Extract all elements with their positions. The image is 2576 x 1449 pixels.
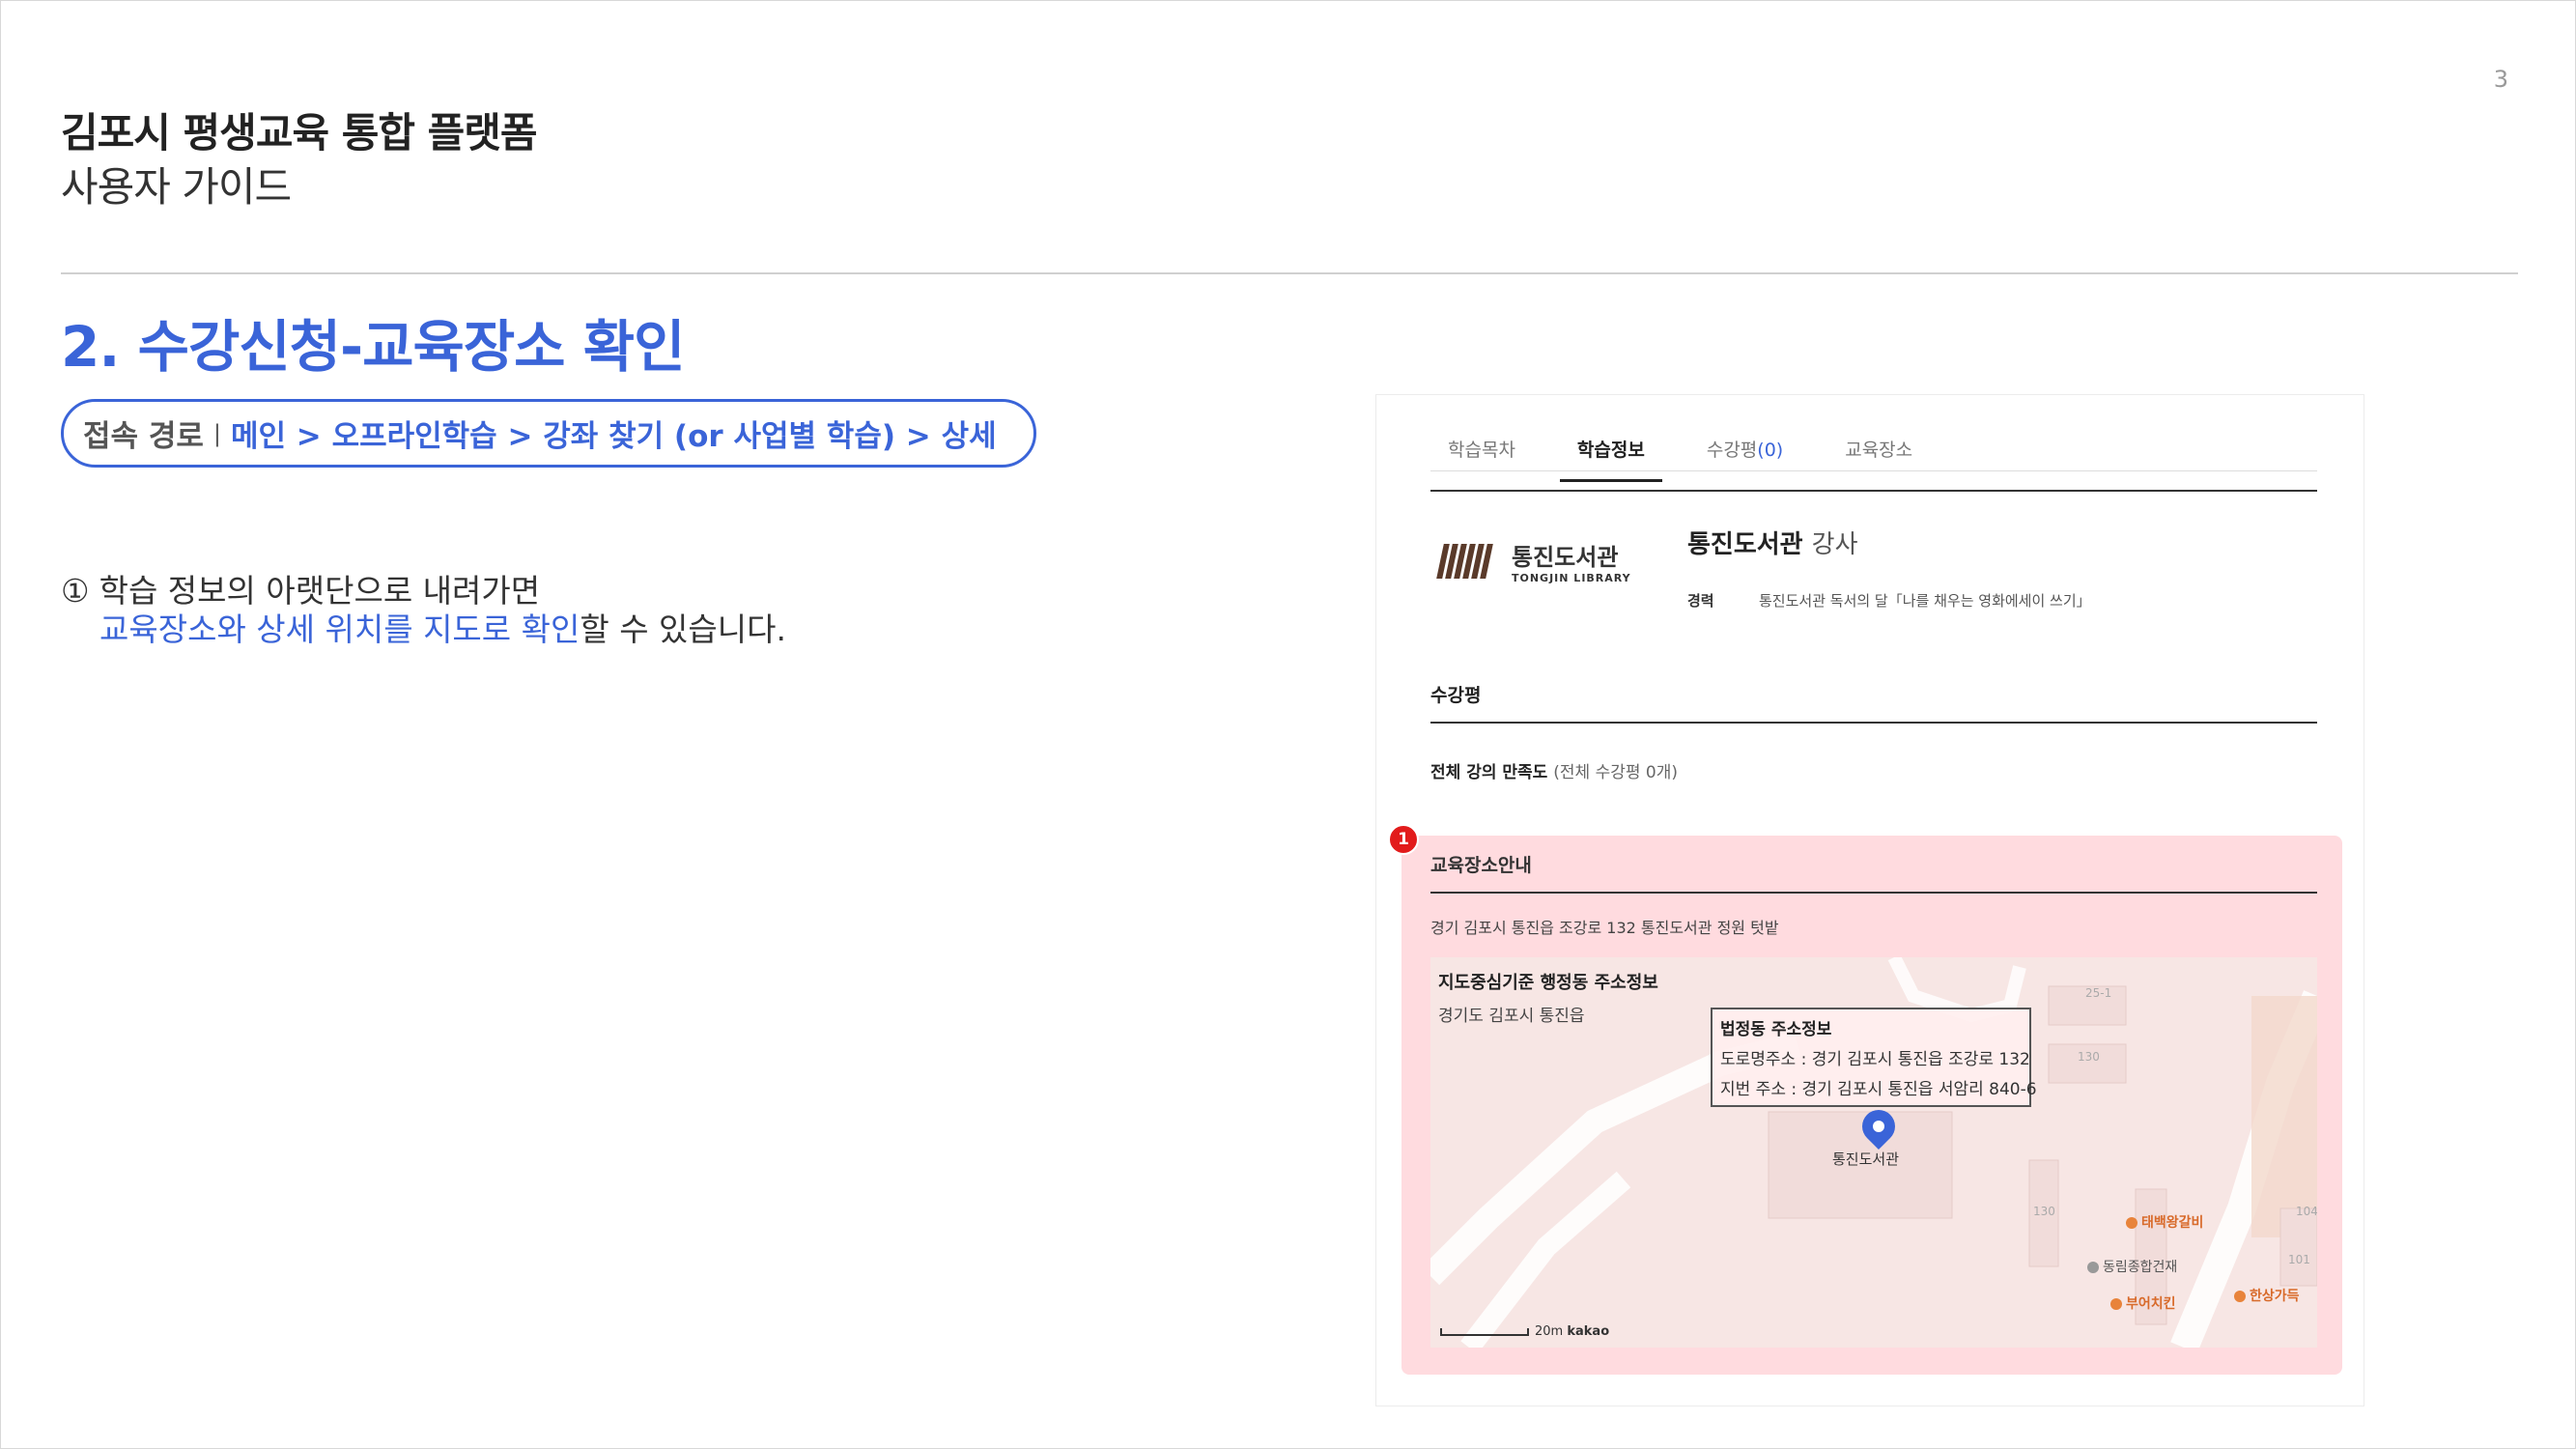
satisfaction-detail: (전체 수강평 0개) [1553, 763, 1678, 782]
tab-course-info[interactable]: 학습정보 [1559, 424, 1662, 482]
header-divider [61, 272, 2518, 274]
restaurant-icon [2126, 1217, 2137, 1229]
tabs-divider [1430, 470, 2317, 471]
logo-english: TONGJIN LIBRARY [1512, 572, 1631, 584]
admin-info-title: 지도중심기준 행정동 주소정보 [1438, 973, 1658, 993]
building-number: 25-1 [2085, 986, 2112, 1000]
review-divider [1430, 722, 2317, 724]
restaurant-icon [2234, 1291, 2246, 1302]
description: ① 학습 정보의 아랫단으로 내려가면 교육장소와 상세 위치를 지도로 확인할 … [61, 572, 786, 649]
description-highlight: 교육장소와 상세 위치를 지도로 확인 [99, 611, 580, 648]
document-title: 김포시 평생교육 통합 플랫폼 [61, 109, 538, 156]
location-divider [1430, 892, 2317, 894]
popup-road-address: 도로명주소 : 경기 김포시 통진읍 조강로 132 [1720, 1050, 2030, 1069]
popup-title: 법정동 주소정보 [1720, 1020, 1832, 1039]
building-number: 130 [2078, 1050, 2100, 1064]
pin-label: 통진도서관 [1832, 1151, 1900, 1168]
career-label: 경력 [1687, 592, 1714, 610]
description-marker: ① [61, 572, 90, 610]
section-title: 2. 수강신청-교육장소 확인 [61, 314, 685, 380]
step-badge: 1 [1388, 824, 1419, 855]
map-scale: 20m kakao [1440, 1324, 1609, 1339]
poi-chicken[interactable]: 부어치킨 [2110, 1293, 2176, 1313]
library-logo-mark [1436, 544, 1500, 579]
access-path-label: 접속 경로 [83, 419, 204, 454]
location-address: 경기 김포시 통진읍 조강로 132 통진도서관 정원 텃밭 [1430, 919, 1779, 937]
logo-korean: 통진도서관 [1512, 544, 1619, 571]
description-line-1: ① 학습 정보의 아랫단으로 내려가면 [61, 572, 786, 611]
poi-store[interactable]: 동림종합건재 [2087, 1257, 2177, 1276]
access-path-value: 메인 > 오프라인학습 > 강좌 찾기 (or 사업별 학습) > 상세 [230, 419, 997, 454]
document-subtitle: 사용자 가이드 [61, 163, 292, 211]
admin-address-info: 지도중심기준 행정동 주소정보 경기도 김포시 통진읍 [1438, 969, 1658, 1026]
access-path-separator: | [212, 419, 221, 447]
scale-bar [1440, 1327, 1529, 1336]
instructor-role: 강사 [1811, 530, 1858, 559]
description-line-2: 교육장소와 상세 위치를 지도로 확인할 수 있습니다. [99, 611, 786, 649]
satisfaction-summary: 전체 강의 만족도 (전체 수강평 0개) [1430, 763, 1678, 782]
store-icon [2087, 1262, 2099, 1273]
page-number: 3 [2493, 66, 2508, 93]
location-map[interactable]: 지도중심기준 행정동 주소정보 경기도 김포시 통진읍 법정동 주소정보 도로명… [1430, 957, 2317, 1348]
building-number: 104 [2296, 1205, 2317, 1218]
career-text: 통진도서관 독서의 달「나를 채우는 영화에세이 쓰기」 [1759, 592, 2091, 610]
poi-restaurant[interactable]: 태백왕갈비 [2126, 1212, 2203, 1232]
building-number: 101 [2288, 1253, 2310, 1266]
restaurant-icon [2110, 1298, 2122, 1310]
building-number: 130 [2033, 1205, 2055, 1218]
tab-curriculum[interactable]: 학습목차 [1430, 424, 1533, 482]
tab-location[interactable]: 교육장소 [1827, 424, 1930, 482]
instructor-name: 통진도서관 강사 [1687, 530, 1858, 559]
poi-restaurant-2[interactable]: 한상가득 [2234, 1286, 2300, 1305]
review-heading: 수강평 [1430, 685, 1482, 706]
access-path-box: 접속 경로 | 메인 > 오프라인학습 > 강좌 찾기 (or 사업별 학습) … [61, 399, 1036, 468]
content-divider [1430, 490, 2317, 492]
review-count: (0) [1757, 440, 1784, 461]
map-provider: kakao [1567, 1324, 1610, 1339]
description-text-2: 할 수 있습니다. [580, 611, 786, 648]
scale-text: 20m [1535, 1324, 1564, 1339]
address-popup: 법정동 주소정보 도로명주소 : 경기 김포시 통진읍 조강로 132 지번 주… [1711, 1008, 2037, 1107]
description-text-1: 학습 정보의 아랫단으로 내려가면 [99, 572, 541, 610]
tab-reviews[interactable]: 수강평(0) [1689, 424, 1800, 482]
detail-tabs: 학습목차 학습정보 수강평(0) 교육장소 [1430, 424, 1957, 482]
library-logo: 통진도서관 TONGJIN LIBRARY [1436, 538, 1631, 584]
location-heading: 교육장소안내 [1430, 855, 1532, 876]
popup-lot-address: 지번 주소 : 경기 김포시 통진읍 서암리 840-6 [1720, 1080, 2037, 1099]
page-screenshot: 학습목차 학습정보 수강평(0) 교육장소 통진도서관 TONGJIN LIBR… [1375, 394, 2364, 1406]
admin-info-address: 경기도 김포시 통진읍 [1438, 1007, 1585, 1026]
